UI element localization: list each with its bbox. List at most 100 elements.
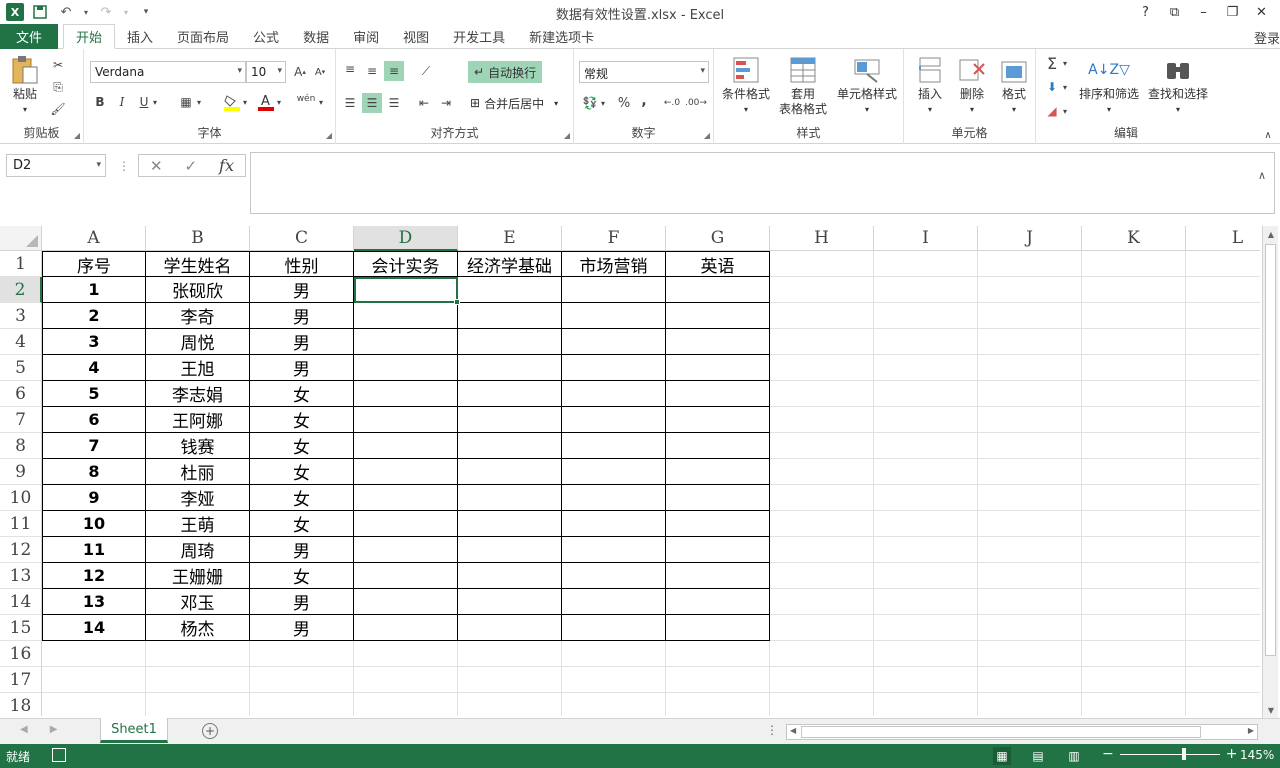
cell-e5[interactable] <box>458 355 562 381</box>
tab-home[interactable]: 开始 <box>63 24 116 49</box>
cell-c13[interactable]: 女 <box>250 563 354 589</box>
underline-dropdown-icon[interactable]: ▾ <box>150 92 160 112</box>
phonetic-dropdown-icon[interactable]: ▾ <box>316 92 326 112</box>
autosum-icon[interactable]: Σ <box>1042 53 1062 73</box>
alignment-launcher-icon[interactable]: ◢ <box>564 131 570 140</box>
cancel-icon[interactable]: ✕ <box>150 157 163 175</box>
scroll-right-icon[interactable]: ▶ <box>1248 726 1254 735</box>
cell-d15[interactable] <box>354 615 458 641</box>
cell-d13[interactable] <box>354 563 458 589</box>
tab-developer[interactable]: 开发工具 <box>441 24 517 49</box>
shrink-font-icon[interactable]: A ▾ <box>310 62 330 82</box>
cell-j13[interactable] <box>978 563 1082 589</box>
clear-icon[interactable]: ◢ <box>1042 101 1062 121</box>
cell-i18[interactable] <box>874 693 978 716</box>
cell-k14[interactable] <box>1082 589 1186 615</box>
scroll-left-icon[interactable]: ◀ <box>790 726 796 735</box>
cell-a5[interactable]: 4 <box>42 355 146 381</box>
clipboard-launcher-icon[interactable]: ◢ <box>74 131 80 140</box>
cell-d1[interactable]: 会计实务 <box>354 251 458 277</box>
conditional-format-button[interactable]: 条件格式 ▾ <box>718 55 774 117</box>
close-icon[interactable]: ✕ <box>1247 2 1276 22</box>
cell-f13[interactable] <box>562 563 666 589</box>
cell-b17[interactable] <box>146 667 250 693</box>
cell-styles-button[interactable]: 单元格样式 ▾ <box>834 55 900 117</box>
cell-d5[interactable] <box>354 355 458 381</box>
cell-l3[interactable] <box>1186 303 1260 329</box>
cell-c16[interactable] <box>250 641 354 667</box>
cell-j16[interactable] <box>978 641 1082 667</box>
collapse-ribbon-icon[interactable]: ∧ <box>1258 125 1278 145</box>
cell-g4[interactable] <box>666 329 770 355</box>
formula-input[interactable]: ∧ <box>250 152 1275 214</box>
cell-f7[interactable] <box>562 407 666 433</box>
cell-b8[interactable]: 钱赛 <box>146 433 250 459</box>
cell-g15[interactable] <box>666 615 770 641</box>
cell-d3[interactable] <box>354 303 458 329</box>
cell-a14[interactable]: 13 <box>42 589 146 615</box>
cell-d2[interactable] <box>354 277 458 303</box>
cell-f16[interactable] <box>562 641 666 667</box>
cell-i6[interactable] <box>874 381 978 407</box>
cell-e1[interactable]: 经济学基础 <box>458 251 562 277</box>
bold-button[interactable]: B <box>90 92 110 112</box>
normal-view-icon[interactable]: ▦ <box>993 747 1011 765</box>
cell-j4[interactable] <box>978 329 1082 355</box>
cell-c17[interactable] <box>250 667 354 693</box>
cell-j1[interactable] <box>978 251 1082 277</box>
page-layout-view-icon[interactable]: ▤ <box>1029 747 1047 765</box>
cell-g2[interactable] <box>666 277 770 303</box>
ribbon-display-icon[interactable]: ⧉ <box>1160 2 1189 22</box>
cell-h7[interactable] <box>770 407 874 433</box>
cell-i3[interactable] <box>874 303 978 329</box>
cell-f18[interactable] <box>562 693 666 716</box>
cell-b15[interactable]: 杨杰 <box>146 615 250 641</box>
zoom-slider[interactable] <box>1119 747 1220 760</box>
cell-h9[interactable] <box>770 459 874 485</box>
worksheet-grid[interactable]: A B C D E F G H I J K L 1 序号 学生姓名 性别 会计实务 经济学基础 市场营销 英语 2 1 张砚… <box>0 226 1260 716</box>
cell-i9[interactable] <box>874 459 978 485</box>
cell-l14[interactable] <box>1186 589 1260 615</box>
tab-formulas[interactable]: 公式 <box>241 24 291 49</box>
cell-l6[interactable] <box>1186 381 1260 407</box>
cell-l5[interactable] <box>1186 355 1260 381</box>
copy-icon[interactable]: ⎘ <box>48 77 68 97</box>
cell-j14[interactable] <box>978 589 1082 615</box>
row-header-9[interactable]: 9 <box>0 459 42 485</box>
cell-e13[interactable] <box>458 563 562 589</box>
prev-sheet-icon[interactable]: ◀ <box>20 724 28 735</box>
cell-b13[interactable]: 王姗姗 <box>146 563 250 589</box>
macro-record-icon[interactable] <box>52 748 66 762</box>
cell-e16[interactable] <box>458 641 562 667</box>
format-painter-icon[interactable]: 🖌 <box>48 99 68 119</box>
cell-j17[interactable] <box>978 667 1082 693</box>
cell-k11[interactable] <box>1082 511 1186 537</box>
delete-cells-button[interactable]: 删除 ▾ <box>952 55 992 117</box>
cell-i2[interactable] <box>874 277 978 303</box>
cell-c18[interactable] <box>250 693 354 716</box>
cell-j18[interactable] <box>978 693 1082 716</box>
cell-h12[interactable] <box>770 537 874 563</box>
cell-c15[interactable]: 男 <box>250 615 354 641</box>
row-header-6[interactable]: 6 <box>0 381 42 407</box>
row-header-15[interactable]: 15 <box>0 615 42 641</box>
format-as-table-button[interactable]: 套用 表格格式 <box>772 55 834 117</box>
cell-k13[interactable] <box>1082 563 1186 589</box>
cell-g13[interactable] <box>666 563 770 589</box>
cell-l12[interactable] <box>1186 537 1260 563</box>
column-header-a[interactable]: A <box>42 226 146 251</box>
sheet-tab-sheet1[interactable]: Sheet1 <box>100 718 168 743</box>
cell-g8[interactable] <box>666 433 770 459</box>
align-right-icon[interactable]: ☰ <box>384 93 404 113</box>
column-header-j[interactable]: J <box>978 226 1082 251</box>
cell-l2[interactable] <box>1186 277 1260 303</box>
column-header-e[interactable]: E <box>458 226 562 251</box>
cell-k15[interactable] <box>1082 615 1186 641</box>
borders-dropdown-icon[interactable]: ▾ <box>194 92 204 112</box>
column-header-i[interactable]: I <box>874 226 978 251</box>
cell-a11[interactable]: 10 <box>42 511 146 537</box>
help-icon[interactable]: ? <box>1131 2 1160 22</box>
cell-c5[interactable]: 男 <box>250 355 354 381</box>
decrease-decimal-icon[interactable]: .00→ <box>685 93 707 113</box>
cell-j5[interactable] <box>978 355 1082 381</box>
